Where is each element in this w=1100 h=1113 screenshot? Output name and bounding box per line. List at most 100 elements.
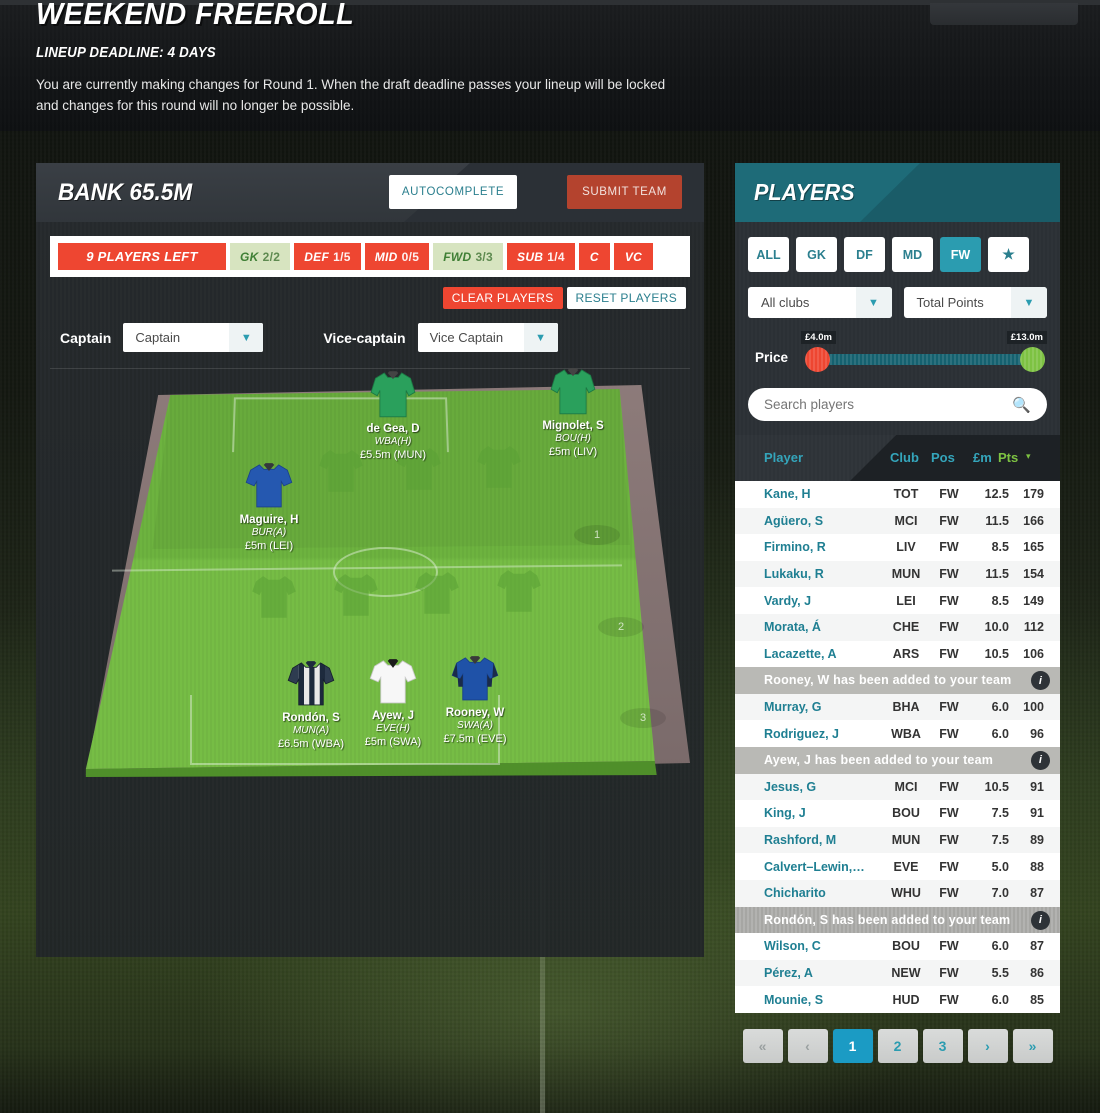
table-row[interactable]: Kane, H TOT FW 12.5 179 <box>735 481 1060 508</box>
vice-captain-badge[interactable]: VC <box>613 243 654 270</box>
empty-player-slot[interactable] <box>408 563 466 621</box>
submit-team-button[interactable]: SUBMIT TEAM <box>567 175 682 209</box>
column-header-club[interactable]: Club <box>890 450 919 465</box>
sub-slot-1[interactable]: 1 <box>574 525 620 545</box>
player-club-cell: WHU <box>891 886 921 901</box>
page-2[interactable]: 2 <box>877 1028 918 1063</box>
search-box[interactable]: 🔍 <box>748 388 1047 421</box>
price-range-slider[interactable]: Price £4.0m £13.0m <box>748 331 1047 374</box>
player-club-cell: BOU <box>892 939 920 954</box>
sub-slot-3[interactable]: 3 <box>620 708 666 728</box>
price-min-handle[interactable] <box>805 347 830 372</box>
empty-player-slot[interactable] <box>327 565 385 623</box>
search-icon[interactable]: 🔍 <box>1012 396 1031 414</box>
players-panel-header: PLAYERS <box>735 163 1060 222</box>
column-header-price[interactable]: £m <box>973 450 992 465</box>
player-name-cell: Kane, H <box>764 487 811 502</box>
table-row[interactable]: Jesus, G MCI FW 10.5 91 <box>735 773 1060 801</box>
player-price: £5m (LEI) <box>244 540 294 552</box>
table-row[interactable]: Lacazette, A ARS FW 10.5 106 <box>735 640 1060 668</box>
page-3[interactable]: 3 <box>922 1028 963 1063</box>
player-pos-cell: FW <box>939 726 959 741</box>
captain-badge[interactable]: C <box>578 243 610 270</box>
sub-slot-2[interactable]: 2 <box>598 617 644 637</box>
info-icon[interactable]: i <box>1031 671 1050 691</box>
tab-all[interactable]: ALL <box>748 237 789 272</box>
mid-count-badge[interactable]: MID 0/5 <box>364 243 430 270</box>
reset-players-button[interactable]: RESET PLAYERS <box>566 287 686 309</box>
table-row[interactable]: Firmino, R LIV FW 8.5 165 <box>735 534 1060 561</box>
tab-fw[interactable]: FW <box>940 237 981 272</box>
info-icon[interactable]: i <box>1031 910 1050 930</box>
next-page[interactable]: › <box>967 1028 1008 1063</box>
table-row[interactable]: Wilson, C BOU FW 6.0 87 <box>735 933 1060 960</box>
player-price-cell: 12.5 <box>984 487 1009 502</box>
sub-slot-3-number: 3 <box>639 712 647 724</box>
table-row[interactable]: King, J BOU FW 7.5 91 <box>735 800 1060 827</box>
captain-select[interactable]: Captain ▼ <box>123 323 264 352</box>
player-fixture: WBA(H) <box>374 436 412 447</box>
table-row[interactable]: Lukaku, R MUN FW 11.5 154 <box>735 560 1060 588</box>
table-row[interactable]: Chicharito WHU FW 7.0 87 <box>735 879 1060 907</box>
column-header-pos[interactable]: Pos <box>931 450 955 465</box>
last-page[interactable]: » <box>1012 1028 1053 1063</box>
tab-md[interactable]: MD <box>892 237 933 272</box>
gk-count-badge[interactable]: GK 2/2 <box>230 243 291 270</box>
table-row[interactable]: Murray, G BHA FW 6.0 100 <box>735 693 1060 721</box>
player-points-cell: 91 <box>1030 806 1044 821</box>
tab-favourites-star-icon[interactable]: ★ <box>988 237 1029 272</box>
tab-df[interactable]: DF <box>844 237 885 272</box>
player-pos-cell: FW <box>939 513 959 528</box>
autocomplete-button[interactable]: AUTOCOMPLETE <box>389 175 517 209</box>
player-pos-cell: FW <box>939 886 959 901</box>
player-name-cell: Lacazette, A <box>764 646 837 661</box>
sort-filter-select[interactable]: Total Points ▼ <box>903 287 1047 318</box>
player-pos-cell: FW <box>939 593 959 608</box>
empty-player-slot[interactable] <box>245 567 303 625</box>
pitch-player-rooney[interactable]: Rooney, W SWA(A) £7.5m (EVE) <box>420 650 530 746</box>
vice-captain-field-label: Vice-captain <box>323 329 406 346</box>
player-club-cell: TOT <box>893 487 919 502</box>
player-price-cell: 11.5 <box>985 567 1009 582</box>
page-1[interactable]: 1 <box>832 1028 873 1063</box>
player-points-cell: 86 <box>1030 965 1044 980</box>
header-tab-stub[interactable] <box>930 3 1078 25</box>
empty-player-slot[interactable] <box>490 561 548 619</box>
sub-count-badge[interactable]: SUB 1/4 <box>507 243 575 270</box>
prev-page[interactable]: ‹ <box>787 1028 828 1063</box>
player-price: £7.5m (EVE) <box>443 733 507 745</box>
table-row[interactable]: Calvert–Lewin,… EVE FW 5.0 88 <box>735 853 1060 880</box>
pitch-player-de-gea[interactable]: de Gea, D WBA(H) £5.5m (MUN) <box>338 366 448 462</box>
jersey-gk-green-icon <box>545 363 601 419</box>
page-title: WEEKEND FREEROLL <box>36 0 355 31</box>
table-row[interactable]: Rashford, M MUN FW 7.5 89 <box>735 826 1060 854</box>
pitch-player-mignolet[interactable]: Mignolet, S BOU(H) £5m (LIV) <box>518 363 628 459</box>
first-page[interactable]: « <box>742 1028 783 1063</box>
tab-gk[interactable]: GK <box>796 237 837 272</box>
player-name: de Gea, D <box>366 423 420 435</box>
table-row[interactable]: Vardy, J LEI FW 8.5 149 <box>735 587 1060 614</box>
player-points-cell: 91 <box>1030 779 1044 794</box>
column-header-player[interactable]: Player <box>764 450 803 465</box>
player-club-cell: EVE <box>893 859 919 874</box>
jersey-gk-green-icon <box>365 366 421 422</box>
club-filter-select[interactable]: All clubs ▼ <box>748 287 892 318</box>
fwd-count-badge[interactable]: FWD 3/3 <box>433 243 504 270</box>
player-price-cell: 6.0 <box>991 992 1009 1007</box>
table-row[interactable]: Rodriguez, J WBA FW 6.0 96 <box>735 720 1060 747</box>
jersey-blue-royal-icon <box>241 457 297 513</box>
price-max-handle[interactable] <box>1020 347 1045 372</box>
table-row[interactable]: Agüero, S MCI FW 11.5 166 <box>735 507 1060 535</box>
table-row[interactable]: Mounie, S HUD FW 6.0 85 <box>735 986 1060 1013</box>
price-slider-track[interactable] <box>810 354 1040 365</box>
table-row[interactable]: Morata, Á CHE FW 10.0 112 <box>735 613 1060 641</box>
players-header-shade <box>860 163 1060 222</box>
clear-players-button[interactable]: CLEAR PLAYERS <box>442 287 563 309</box>
search-input[interactable] <box>748 397 1047 412</box>
pitch-player-maguire[interactable]: Maguire, H BUR(A) £5m (LEI) <box>214 457 324 553</box>
column-header-points[interactable]: Pts <box>998 450 1018 465</box>
vice-captain-select[interactable]: Vice Captain ▼ <box>417 323 558 352</box>
table-row[interactable]: Pérez, A NEW FW 5.5 86 <box>735 959 1060 987</box>
def-count-badge[interactable]: DEF 1/5 <box>294 243 361 270</box>
info-icon[interactable]: i <box>1031 750 1050 770</box>
